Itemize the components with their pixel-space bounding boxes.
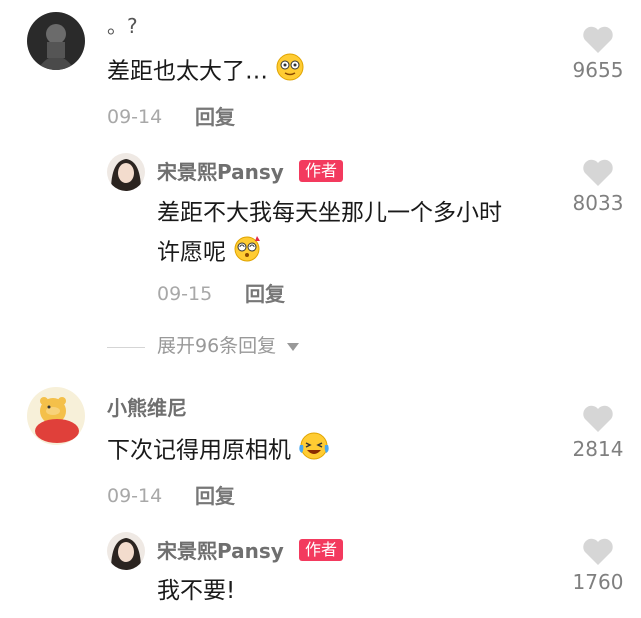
comment-text-line1: 差距不大我每天坐那儿一个多小时 (157, 200, 502, 226)
caret-down-icon (286, 337, 300, 356)
like-count: 9655 (572, 58, 624, 82)
comment-date: 09-14 (107, 485, 163, 507)
like-button[interactable]: 1760 (563, 538, 633, 592)
avatar[interactable] (107, 153, 145, 191)
avatar[interactable] (107, 532, 145, 570)
username[interactable]: 宋景熙Pansy (157, 541, 284, 561)
comment-text-content: 差距也太大了… (107, 58, 268, 85)
like-count: 8033 (572, 191, 624, 215)
username[interactable]: 小熊维尼 (107, 398, 187, 418)
author-badge: 作者 (299, 160, 344, 182)
like-count: 2814 (572, 437, 624, 461)
comment-date: 09-15 (157, 283, 213, 305)
divider (107, 347, 145, 348)
like-button[interactable]: 9655 (563, 26, 633, 80)
laughing-tears-icon (298, 431, 330, 471)
heart-icon (583, 26, 613, 53)
comment-text: 许愿呢 (157, 233, 263, 273)
reply-button[interactable]: 回复 (245, 284, 285, 304)
author-badge: 作者 (299, 539, 344, 561)
comment-text: 下次记得用原相机 (107, 431, 330, 471)
heart-icon (583, 159, 613, 186)
comment-text-content: 下次记得用原相机 (107, 437, 291, 464)
reply-button[interactable]: 回复 (195, 107, 235, 127)
dizzy-face-icon (233, 233, 263, 273)
heart-icon (583, 538, 613, 565)
expand-replies-button[interactable]: 展开96条回复 (157, 337, 300, 356)
comment-date: 09-14 (107, 106, 163, 128)
like-count: 1760 (572, 570, 624, 594)
avatar[interactable] (27, 387, 85, 445)
avatar[interactable] (27, 12, 85, 70)
expand-replies-label: 展开96条回复 (157, 335, 277, 357)
like-button[interactable]: 8033 (563, 159, 633, 213)
comment-text-content: 许愿呢 (157, 239, 226, 266)
smiling-face-icon (275, 52, 305, 92)
username[interactable]: 宋景熙Pansy (157, 162, 284, 182)
comment-text: 我不要! (157, 578, 236, 604)
like-button[interactable]: 2814 (563, 405, 633, 459)
username[interactable]: 。? (107, 16, 138, 36)
heart-icon (583, 405, 613, 432)
comment-text: 差距也太大了… (107, 52, 305, 92)
reply-button[interactable]: 回复 (195, 486, 235, 506)
